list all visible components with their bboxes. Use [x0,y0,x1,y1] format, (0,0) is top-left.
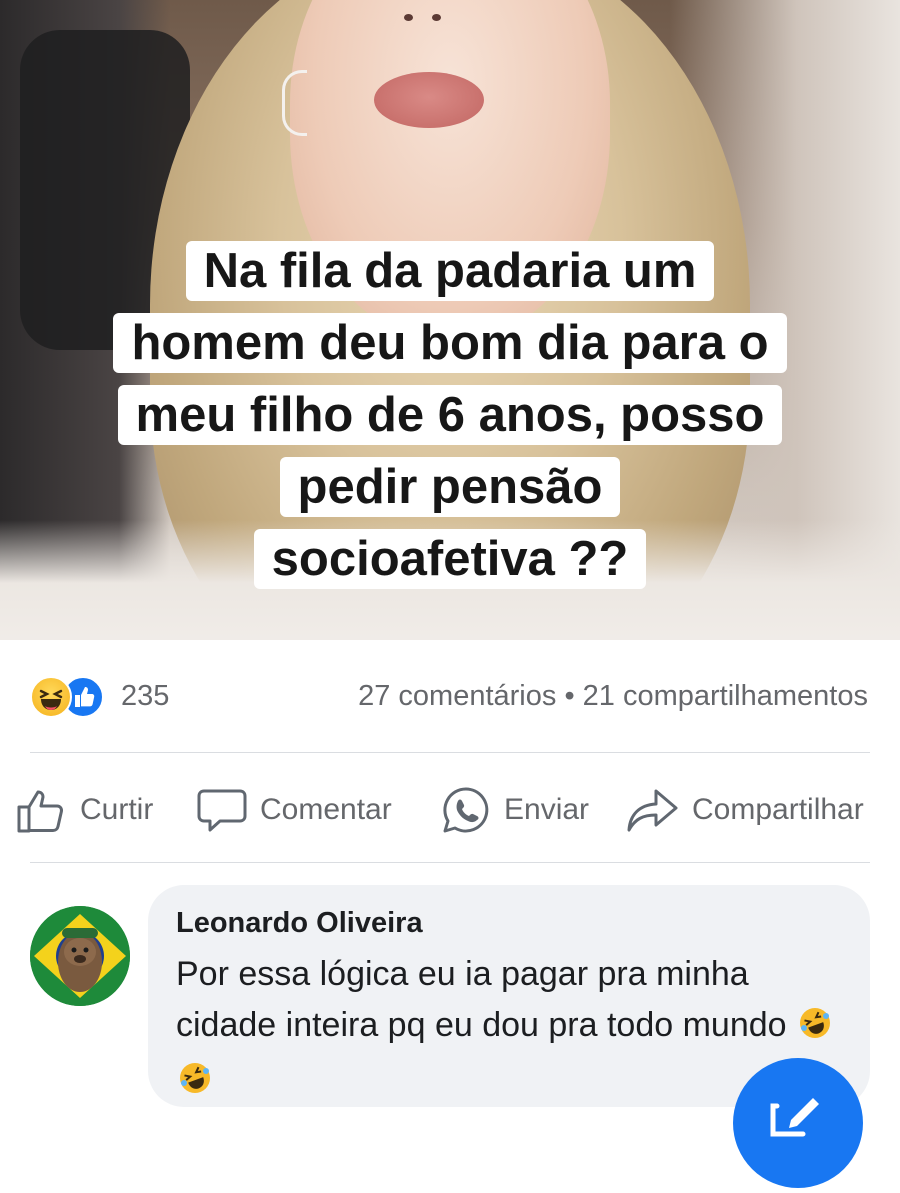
shares-count[interactable]: 21 compartilhamentos [583,680,868,712]
post-caption: Na fila da padaria um homem deu bom dia … [50,235,850,595]
lips [374,72,484,128]
rolling-laughing-emoji-icon [798,1004,832,1055]
comment-text: Por essa lógica eu ia pagar pra minha ci… [176,955,787,1044]
compose-button[interactable] [733,1058,863,1188]
nostril-left [404,14,413,21]
rolling-laughing-emoji-icon [178,1059,212,1110]
caption-line: Na fila da padaria um [185,241,715,301]
whatsapp-icon [443,787,489,833]
edit-pencil-icon [770,1098,819,1137]
reaction-count[interactable]: 235 [121,680,169,713]
comment-author[interactable]: Leonardo Oliveira [176,907,423,940]
avatar[interactable] [30,906,130,1006]
post-stats: 235 27 comentários • 21 compartilhamento… [0,672,900,724]
comments-count[interactable]: 27 comentários [358,680,556,712]
share-button[interactable]: Compartilhar [626,780,864,840]
share-label: Compartilhar [692,793,864,826]
like-label: Curtir [80,793,154,826]
like-button[interactable]: Curtir [16,780,153,840]
send-label: Enviar [504,793,590,826]
comment-label: Comentar [260,793,392,826]
haha-emoji-icon[interactable] [30,676,72,718]
caption-line: pedir pensão [279,457,621,517]
caption-line: socioafetiva ?? [253,529,647,589]
caption-line: homem deu bom dia para o [113,313,787,373]
earphone-wire [282,70,307,136]
stats-summary: 27 comentários • 21 compartilhamentos [358,680,868,713]
post-media[interactable]: Na fila da padaria um homem deu bom dia … [0,0,900,640]
comment-button[interactable]: Comentar [196,780,392,840]
stats-separator: • [564,680,575,712]
comment-bubble-icon [197,789,247,832]
action-bar: Curtir Comentar Enviar Compartilhar [0,780,900,840]
thumbs-up-icon [17,790,63,833]
caption-line: meu filho de 6 anos, posso [117,385,783,445]
send-button[interactable]: Enviar [440,780,589,840]
divider [30,862,870,863]
nostril-right [432,14,441,21]
share-arrow-icon [627,789,678,832]
divider [30,752,870,753]
